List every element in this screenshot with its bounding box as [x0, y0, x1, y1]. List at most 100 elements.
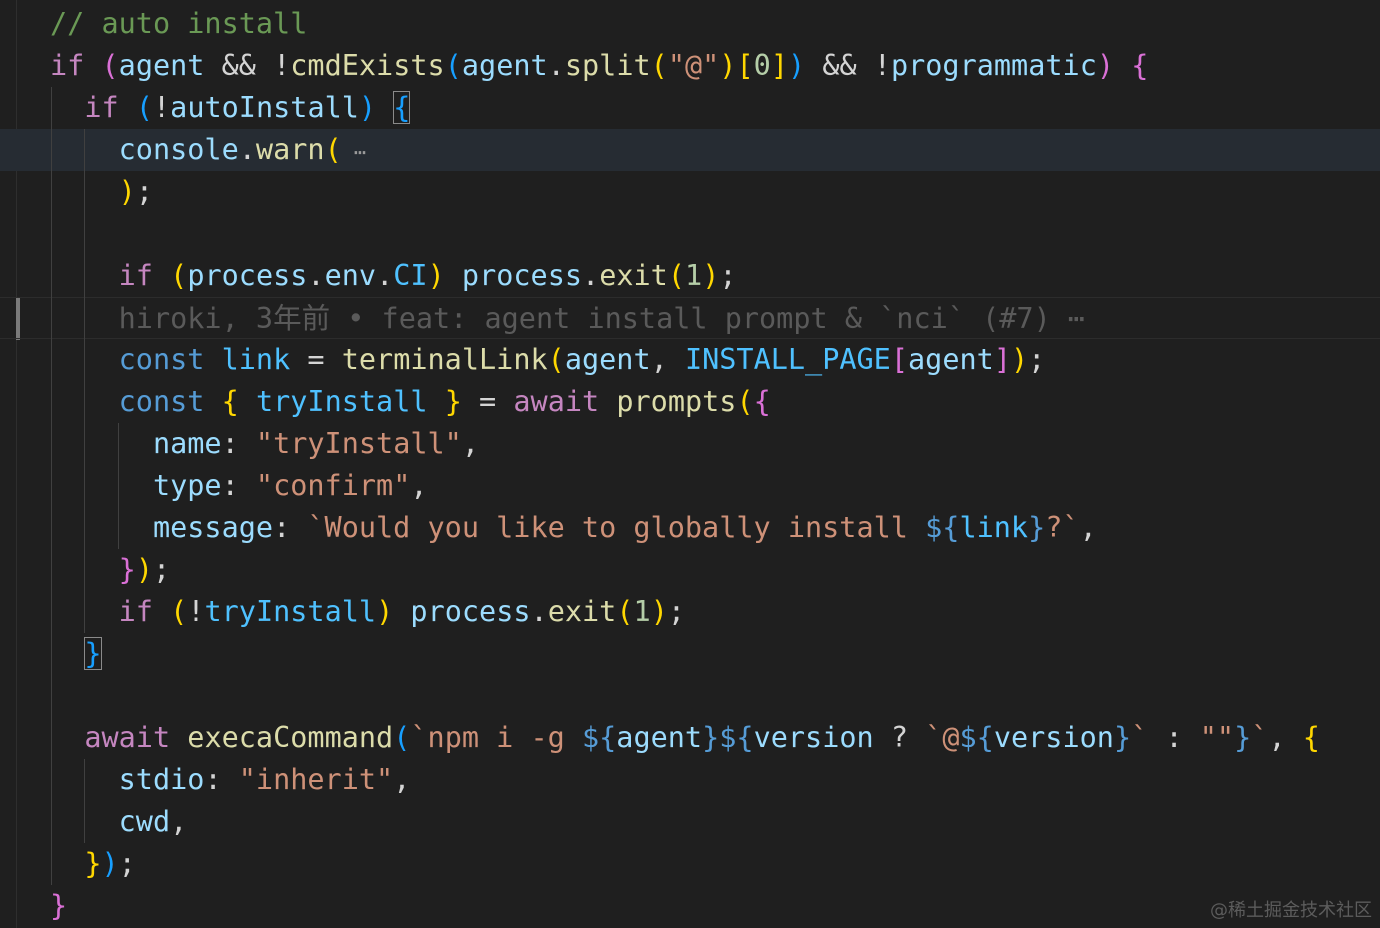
code-token: ( — [547, 343, 565, 376]
code-token: ! — [187, 595, 205, 628]
code-token: , — [1268, 721, 1303, 754]
code-token: ( — [650, 49, 668, 82]
code-token: ) — [719, 49, 737, 82]
code-token: programmatic — [890, 49, 1097, 82]
code-token: ) — [650, 595, 668, 628]
code-token: agent — [908, 343, 994, 376]
code-token: , — [650, 343, 685, 376]
code-token: CI — [393, 259, 428, 292]
code-token: ] — [993, 343, 1011, 376]
code-line[interactable]: // auto install — [0, 3, 1380, 45]
code-token: }${ — [702, 721, 754, 754]
code-token: agent — [616, 721, 703, 754]
code-token: ; — [1028, 343, 1046, 376]
line-content: hiroki, 3年前 • feat: agent install prompt… — [50, 298, 1085, 340]
line-content: stdio: "inherit", — [50, 759, 411, 801]
code-token: ! — [153, 91, 171, 124]
code-token: } — [1113, 721, 1132, 754]
code-line[interactable]: name: "tryInstall", — [0, 423, 1380, 465]
code-token: exit — [547, 595, 617, 628]
code-line[interactable]: }); — [0, 549, 1380, 591]
code-token: . — [307, 259, 325, 292]
code-line[interactable]: }); — [0, 843, 1380, 885]
code-line[interactable] — [0, 675, 1380, 717]
code-token: "tryInstall" — [255, 427, 462, 460]
code-token: tryInstall — [255, 385, 428, 418]
code-token: { — [753, 385, 771, 418]
code-token: execaCommand — [187, 721, 394, 754]
code-token: "" — [1199, 721, 1235, 754]
code-token: link — [221, 343, 291, 376]
code-token: ( — [135, 91, 153, 124]
line-content: ); — [50, 171, 153, 213]
code-line[interactable]: type: "confirm", — [0, 465, 1380, 507]
code-line[interactable]: ); — [0, 171, 1380, 213]
code-token: cmdExists — [290, 49, 445, 82]
code-token: console — [118, 133, 239, 166]
fold-ellipsis-icon[interactable]: ⋯ — [342, 140, 366, 164]
code-line[interactable]: await execaCommand(`npm i -g ${agent}${v… — [0, 717, 1380, 759]
code-token: ] — [770, 49, 788, 82]
code-line[interactable] — [0, 213, 1380, 255]
code-token: ) — [135, 553, 153, 586]
code-token: link — [959, 511, 1029, 544]
line-content: if (!autoInstall) { — [50, 87, 411, 129]
code-token: [ — [890, 343, 909, 376]
code-line[interactable]: if (agent && !cmdExists(agent.split("@")… — [0, 45, 1380, 87]
code-line[interactable]: const link = terminalLink(agent, INSTALL… — [0, 339, 1380, 381]
code-line[interactable]: if (!autoInstall) { — [0, 87, 1380, 129]
line-content: }); — [50, 843, 136, 885]
code-token: process — [410, 595, 531, 628]
code-line[interactable]: console.warn( ⋯ — [0, 129, 1380, 171]
line-content: type: "confirm", — [50, 465, 428, 507]
code-line[interactable]: message: `Would you like to globally ins… — [0, 507, 1380, 549]
line-content: // auto install — [50, 3, 307, 45]
code-line[interactable]: cwd, — [0, 801, 1380, 843]
code-token: ?` — [1045, 511, 1080, 544]
code-token: stdio — [118, 763, 205, 796]
code-token: } — [1028, 511, 1046, 544]
code-line[interactable]: const { tryInstall } = await prompts({ — [0, 381, 1380, 423]
code-line[interactable]: if (!tryInstall) process.exit(1); — [0, 591, 1380, 633]
code-token: : — [221, 427, 256, 460]
code-token: "confirm" — [255, 469, 411, 502]
code-token: hiroki, 3年前 • feat: agent install prompt… — [118, 302, 1086, 335]
line-content: const link = terminalLink(agent, INSTALL… — [50, 339, 1046, 381]
code-token: ( — [324, 133, 342, 166]
code-line[interactable]: } — [0, 633, 1380, 675]
code-token: ? — [873, 721, 926, 754]
code-token: } — [50, 889, 68, 922]
code-token: : — [1148, 721, 1200, 754]
code-token: . — [530, 595, 548, 628]
code-token: if — [84, 91, 119, 124]
code-token: version — [753, 721, 874, 754]
code-token: await — [84, 721, 171, 754]
line-content: if (!tryInstall) process.exit(1); — [50, 591, 685, 633]
code-line[interactable]: } — [0, 885, 1380, 927]
line-content: await execaCommand(`npm i -g ${agent}${v… — [50, 717, 1320, 759]
code-editor[interactable]: // auto install if (agent && !cmdExists(a… — [0, 0, 1380, 928]
code-token: ) — [1096, 49, 1115, 82]
code-line[interactable]: stdio: "inherit", — [0, 759, 1380, 801]
code-token: , — [1079, 511, 1097, 544]
line-content: } — [50, 885, 67, 927]
code-token: 1 — [633, 595, 651, 628]
code-token: exit — [599, 259, 668, 292]
code-token: : — [204, 763, 239, 796]
code-token: . — [238, 133, 256, 166]
code-token: name — [152, 427, 222, 460]
git-blame-annotation[interactable]: hiroki, 3年前 • feat: agent install prompt… — [0, 297, 1380, 339]
code-token: message — [152, 511, 274, 544]
code-token: = — [290, 343, 342, 376]
code-line[interactable]: if (process.env.CI) process.exit(1); — [0, 255, 1380, 297]
